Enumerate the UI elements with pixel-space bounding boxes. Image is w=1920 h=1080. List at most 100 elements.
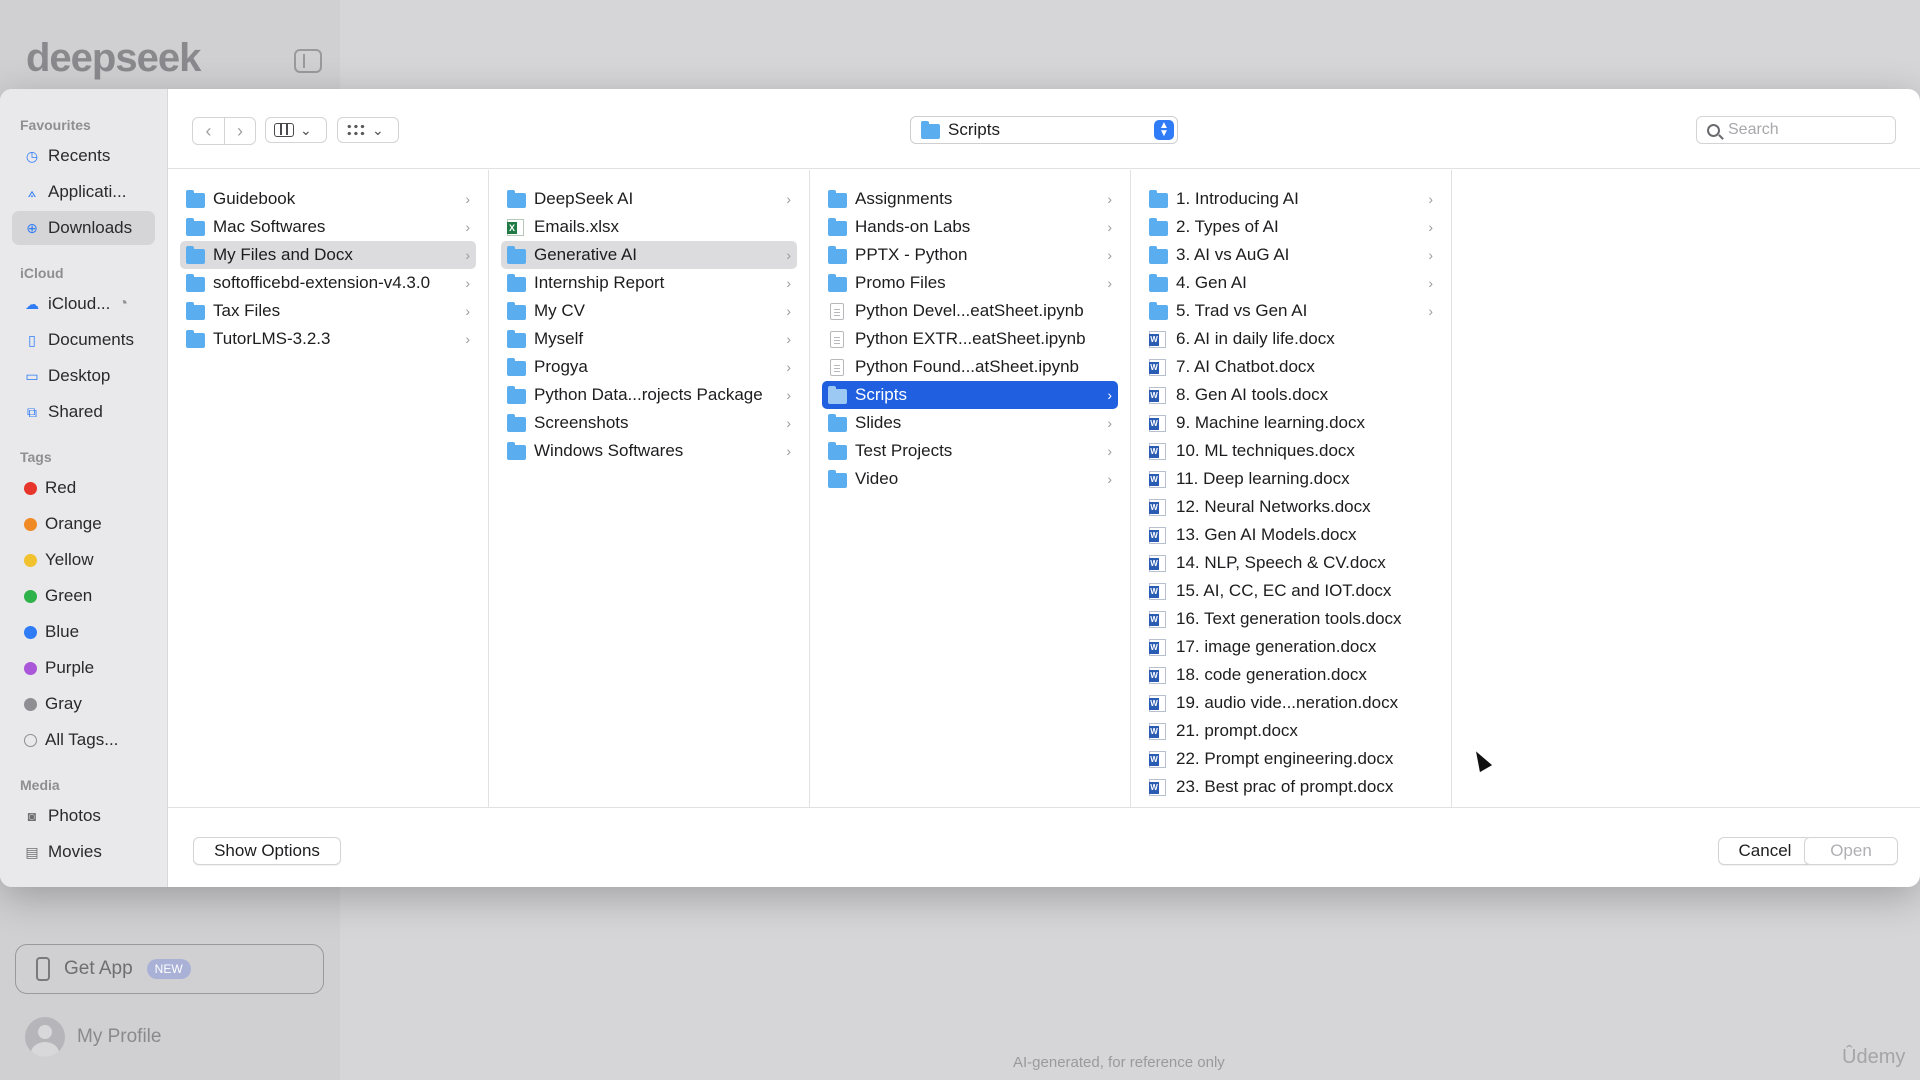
folder-row[interactable]: 3. AI vs AuG AI › [1143, 241, 1439, 269]
sidebar-item-label: Yellow [45, 550, 94, 569]
get-app-button[interactable]: Get App NEW [15, 944, 324, 994]
item-label: 2. Types of AI [1176, 217, 1279, 236]
file-row[interactable]: 10. ML techniques.docx [1143, 437, 1439, 465]
sidebar-item-photos[interactable]: ◙ Photos [12, 799, 155, 833]
icloud-heading: iCloud [20, 265, 64, 281]
sidebar-tag-blue[interactable]: Blue [12, 615, 155, 649]
folder-icon [828, 273, 847, 292]
group-view-button[interactable]: ⌄ [337, 117, 399, 143]
folder-row[interactable]: PPTX - Python › [822, 241, 1118, 269]
cancel-button[interactable]: Cancel [1718, 837, 1812, 865]
file-row[interactable]: 17. image generation.docx [1143, 633, 1439, 661]
folder-row[interactable]: DeepSeek AI › [501, 185, 797, 213]
sidebar-item-recents[interactable]: ◷ Recents [12, 139, 155, 173]
sidebar-item-desktop[interactable]: ▭ Desktop [12, 359, 155, 393]
sidebar-item-label: iCloud... [48, 294, 111, 313]
chevron-down-icon: ⌄ [300, 121, 312, 138]
file-row[interactable]: Python EXTR...eatSheet.ipynb [822, 325, 1118, 353]
folder-row[interactable]: Assignments › [822, 185, 1118, 213]
sidebar-item-applications[interactable]: ⟑ Applicati... [12, 175, 155, 209]
sidebar-item-shared[interactable]: ⧉ Shared [12, 395, 155, 429]
folder-row[interactable]: Mac Softwares › [180, 213, 476, 241]
file-row[interactable]: 15. AI, CC, EC and IOT.docx [1143, 577, 1439, 605]
item-label: TutorLMS-3.2.3 [213, 329, 331, 348]
sidebar-item-label: Applicati... [48, 182, 127, 201]
folder-row[interactable]: Screenshots › [501, 409, 797, 437]
my-profile[interactable]: My Profile [25, 1017, 161, 1057]
file-row[interactable]: 12. Neural Networks.docx [1143, 493, 1439, 521]
folder-icon [507, 245, 526, 264]
file-row[interactable]: 21. prompt.docx [1143, 717, 1439, 745]
sidebar-item-label: Recents [48, 146, 111, 165]
open-file-dialog: Favourites ◷ Recents ⟑ Applicati... ⊕ Do… [0, 89, 1920, 887]
file-row[interactable]: Emails.xlsx [501, 213, 797, 241]
file-row[interactable]: 7. AI Chatbot.docx [1143, 353, 1439, 381]
item-label: 5. Trad vs Gen AI [1176, 301, 1308, 320]
sidebar-item-downloads[interactable]: ⊕ Downloads [12, 211, 155, 245]
excel-file-icon [507, 218, 524, 236]
folder-row[interactable]: 2. Types of AI › [1143, 213, 1439, 241]
item-label: Mac Softwares [213, 217, 326, 236]
file-row[interactable]: 19. audio vide...neration.docx [1143, 689, 1439, 717]
folder-row[interactable]: TutorLMS-3.2.3 › [180, 325, 476, 353]
sidebar-tag-purple[interactable]: Purple [12, 651, 155, 685]
folder-row[interactable]: 1. Introducing AI › [1143, 185, 1439, 213]
chevron-right-icon: › [1107, 247, 1112, 263]
folder-icon [507, 413, 526, 432]
folder-row[interactable]: Test Projects › [822, 437, 1118, 465]
file-row[interactable]: 6. AI in daily life.docx [1143, 325, 1439, 353]
sidebar-all-tags[interactable]: All Tags... [12, 723, 155, 757]
folder-row[interactable]: My CV › [501, 297, 797, 325]
folder-icon [507, 329, 526, 348]
sidebar-tag-green[interactable]: Green [12, 579, 155, 613]
forward-button[interactable]: › [224, 118, 255, 144]
sidebar-tag-red[interactable]: Red [12, 471, 155, 505]
folder-row[interactable]: Scripts › [822, 381, 1118, 409]
column-view-button[interactable]: ⌄ [265, 117, 327, 143]
folder-row[interactable]: Guidebook › [180, 185, 476, 213]
folder-row[interactable]: Slides › [822, 409, 1118, 437]
file-row[interactable]: 23. Best prac of prompt.docx [1143, 773, 1439, 801]
file-row[interactable]: 8. Gen AI tools.docx [1143, 381, 1439, 409]
back-button[interactable]: ‹ [193, 118, 224, 144]
chevron-right-icon: › [1107, 275, 1112, 291]
folder-row[interactable]: 4. Gen AI › [1143, 269, 1439, 297]
folder-row[interactable]: Myself › [501, 325, 797, 353]
folder-icon [1149, 245, 1168, 264]
file-row[interactable]: 11. Deep learning.docx [1143, 465, 1439, 493]
search-field[interactable]: Search [1696, 116, 1896, 144]
folder-row[interactable]: Progya › [501, 353, 797, 381]
folder-row[interactable]: softofficebd-extension-v4.3.0 › [180, 269, 476, 297]
folder-row[interactable]: Python Data...rojects Package › [501, 381, 797, 409]
location-popup[interactable]: Scripts ▲ ▼ [910, 116, 1178, 144]
folder-row[interactable]: Video › [822, 465, 1118, 493]
show-options-button[interactable]: Show Options [193, 837, 341, 865]
folder-row[interactable]: Promo Files › [822, 269, 1118, 297]
open-button[interactable]: Open [1804, 837, 1898, 865]
sidebar-item-documents[interactable]: ▯ Documents [12, 323, 155, 357]
file-row[interactable]: Python Devel...eatSheet.ipynb [822, 297, 1118, 325]
sidebar-tag-orange[interactable]: Orange [12, 507, 155, 541]
file-row[interactable]: 9. Machine learning.docx [1143, 409, 1439, 437]
file-row[interactable]: 14. NLP, Speech & CV.docx [1143, 549, 1439, 577]
folder-row[interactable]: Generative AI › [501, 241, 797, 269]
file-row[interactable]: Python Found...atSheet.ipynb [822, 353, 1118, 381]
folder-row[interactable]: Tax Files › [180, 297, 476, 325]
collapse-sidebar-icon[interactable] [294, 49, 322, 73]
sidebar-item-movies[interactable]: ▤ Movies [12, 835, 155, 869]
file-row[interactable]: 13. Gen AI Models.docx [1143, 521, 1439, 549]
word-file-icon [1149, 386, 1166, 404]
green-tag-dot [24, 589, 37, 603]
sidebar-tag-gray[interactable]: Gray [12, 687, 155, 721]
folder-row[interactable]: Windows Softwares › [501, 437, 797, 465]
folder-row[interactable]: My Files and Docx › [180, 241, 476, 269]
red-tag-dot [24, 481, 37, 495]
file-row[interactable]: 18. code generation.docx [1143, 661, 1439, 689]
file-row[interactable]: 16. Text generation tools.docx [1143, 605, 1439, 633]
folder-row[interactable]: Hands-on Labs › [822, 213, 1118, 241]
sidebar-item-icloud[interactable]: ☁ iCloud... ◔ [12, 287, 155, 321]
folder-row[interactable]: 5. Trad vs Gen AI › [1143, 297, 1439, 325]
file-row[interactable]: 22. Prompt engineering.docx [1143, 745, 1439, 773]
folder-row[interactable]: Internship Report › [501, 269, 797, 297]
sidebar-tag-yellow[interactable]: Yellow [12, 543, 155, 577]
